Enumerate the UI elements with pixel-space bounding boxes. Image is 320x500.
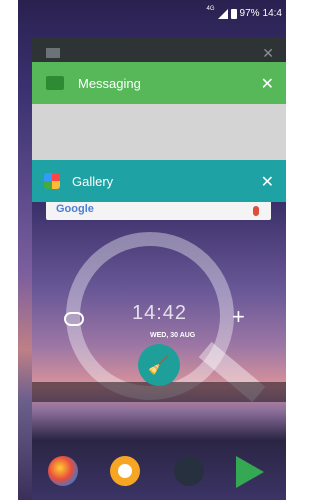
search-bar: Google [46, 202, 271, 220]
battery-icon [230, 8, 237, 19]
card-title: Messaging [78, 75, 141, 91]
close-icon[interactable]: ✕ [262, 45, 274, 62]
cloud-icon [64, 312, 84, 326]
clear-all-button[interactable]: 🧹 [138, 344, 180, 386]
close-card-button[interactable]: ✕ [261, 172, 274, 192]
music-icon-inner [118, 464, 132, 478]
card-header[interactable]: Gallery ✕ [32, 160, 286, 202]
network-type: 4G [206, 5, 215, 12]
mic-icon [253, 206, 259, 216]
signal-icon [217, 8, 228, 19]
gallery-dock-icon[interactable] [174, 456, 204, 486]
gallery-icon [44, 173, 60, 189]
card-header[interactable]: Messaging [32, 62, 286, 104]
play-store-icon[interactable] [236, 456, 264, 488]
battery-level: 97% [239, 8, 260, 19]
close-card-button[interactable]: ✕ [261, 74, 274, 94]
search-logo: Google [56, 203, 94, 215]
widget-clock-time: 14:42 [132, 302, 188, 324]
browser-icon[interactable] [48, 456, 78, 486]
clock: 14:4 [262, 8, 282, 19]
add-icon: + [232, 304, 245, 329]
app-icon [46, 48, 60, 58]
recents-screen: 4G 97% 14:4 ✕ Messaging ✕ Gallery ✕ Goog… [18, 0, 286, 500]
messaging-icon [46, 76, 64, 90]
widget-clock-date: WED, 30 AUG [150, 332, 196, 339]
card-title: Gallery [72, 173, 114, 189]
music-icon[interactable] [110, 456, 140, 486]
status-right: 4G 97% 14:4 [206, 5, 283, 20]
dock [18, 440, 286, 500]
recent-card-messaging[interactable]: Messaging ✕ [32, 62, 286, 162]
broom-icon: 🧹 [147, 354, 171, 375]
status-bar: 4G 97% 14:4 [18, 0, 286, 30]
